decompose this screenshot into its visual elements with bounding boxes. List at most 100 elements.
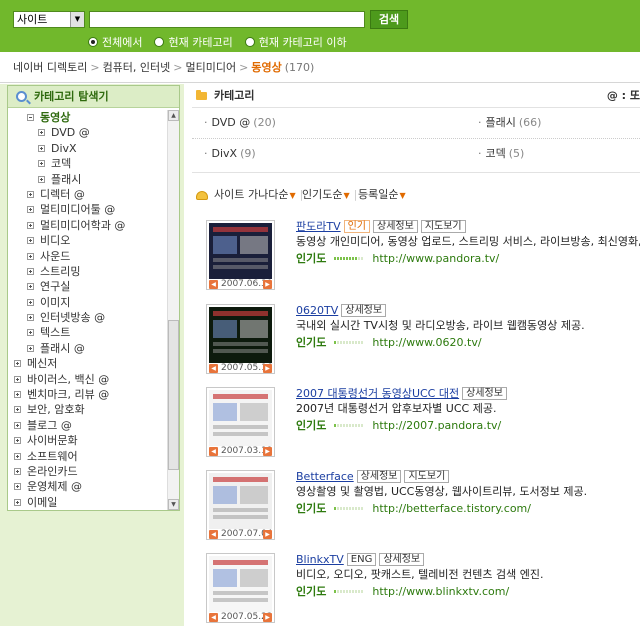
tree-item[interactable]: 멀티미디어툴 @	[8, 202, 166, 217]
tree-item[interactable]: 멀티미디어학과 @	[8, 218, 166, 233]
tree-item[interactable]: 운영체제 @	[8, 479, 166, 494]
subcategory-link[interactable]: · DVD @ (20)	[204, 115, 276, 131]
breadcrumb-item[interactable]: 네이버 디렉토리	[13, 61, 87, 74]
site-title-link[interactable]: 판도라TV	[296, 220, 341, 233]
tree-item[interactable]: 연구실	[8, 279, 166, 294]
site-tag[interactable]: 지도보기	[420, 220, 466, 233]
tree-item[interactable]: 온라인카드	[8, 464, 166, 479]
expand-icon[interactable]	[38, 160, 45, 168]
tree-item[interactable]: 스트리밍	[8, 264, 166, 279]
site-screenshot[interactable]	[209, 473, 272, 529]
expand-icon[interactable]	[27, 221, 34, 229]
next-icon[interactable]: ▶	[263, 530, 272, 539]
site-screenshot[interactable]	[209, 556, 272, 612]
next-icon[interactable]: ▶	[263, 364, 272, 373]
site-url-link[interactable]: http://www.pandora.tv/	[372, 252, 499, 265]
subcategory-link[interactable]: · 코덱 (5)	[478, 146, 524, 162]
tree-item[interactable]: 보안, 암호화	[8, 402, 166, 417]
expand-icon[interactable]	[27, 267, 34, 275]
expand-icon[interactable]	[14, 483, 21, 491]
site-tag[interactable]: 상세정보	[462, 387, 507, 400]
tree-item[interactable]: 이메일	[8, 495, 166, 510]
tree-item[interactable]: 텍스트	[8, 325, 166, 340]
tree-item[interactable]: 소프트웨어	[8, 449, 166, 464]
prev-icon[interactable]: ◀	[209, 447, 218, 456]
prev-icon[interactable]: ◀	[209, 530, 218, 539]
expand-icon[interactable]	[27, 237, 34, 245]
tree-item[interactable]: DVD @	[8, 125, 166, 140]
site-title-link[interactable]: 2007 대통령선거 동영상UCC 대전	[296, 387, 459, 400]
site-screenshot[interactable]	[209, 307, 272, 363]
radio-icon[interactable]	[154, 37, 165, 47]
expand-icon[interactable]	[14, 452, 21, 460]
site-url-link[interactable]: http://betterface.tistory.com/	[372, 502, 531, 515]
expand-icon[interactable]	[38, 175, 45, 183]
scroll-up-icon[interactable]: ▲	[168, 110, 179, 121]
tree-item[interactable]: 벤치마크, 리뷰 @	[8, 387, 166, 402]
expand-icon[interactable]	[14, 437, 21, 445]
chevron-down-icon[interactable]: ▼	[70, 12, 84, 27]
tree-item[interactable]: 동영상	[8, 110, 166, 125]
radio-icon[interactable]	[88, 37, 98, 47]
search-button[interactable]: 검색	[370, 10, 408, 29]
search-input[interactable]	[89, 11, 365, 28]
sort-registration-date[interactable]: 등록일순▼	[358, 186, 406, 205]
expand-icon[interactable]	[14, 421, 21, 429]
expand-icon[interactable]	[14, 406, 21, 414]
site-thumbnail[interactable]: ◀ 2007.03.19 ▶	[206, 387, 275, 457]
site-screenshot[interactable]	[209, 223, 272, 279]
scroll-thumb[interactable]	[168, 320, 179, 470]
tree-item[interactable]: 인터넷방송 @	[8, 310, 166, 325]
tree-item[interactable]: 비디오	[8, 233, 166, 248]
radio-icon[interactable]	[244, 37, 255, 47]
expand-icon[interactable]	[27, 329, 34, 337]
site-tag[interactable]: 상세정보	[379, 553, 425, 566]
tree-item[interactable]: 플래시 @	[8, 341, 166, 356]
tree-item[interactable]: 사이버문화	[8, 433, 166, 448]
radio-current-category-below[interactable]: 현재 카테고리 이하	[244, 34, 347, 50]
tree-scrollbar[interactable]: ▲ ▼	[167, 110, 179, 510]
radio-current-category[interactable]: 현재 카테고리	[154, 34, 233, 50]
site-thumbnail[interactable]: ◀ 2007.06.30 ▶	[206, 220, 275, 290]
site-url-link[interactable]: http://www.blinkxtv.com/	[372, 585, 509, 598]
tree-item[interactable]: 플래시	[8, 172, 166, 187]
site-tag[interactable]: 상세정보	[373, 220, 418, 233]
tree-item[interactable]: 이미지	[8, 295, 166, 310]
tree-item[interactable]: 사운드	[8, 249, 166, 264]
site-tag[interactable]: 지도보기	[404, 470, 450, 483]
expand-icon[interactable]	[14, 360, 21, 368]
prev-icon[interactable]: ◀	[209, 364, 218, 373]
breadcrumb-item[interactable]: 컴퓨터, 인터넷	[103, 61, 171, 74]
subcategory-link[interactable]: · 플래시 (66)	[478, 115, 541, 131]
site-tag[interactable]: 상세정보	[356, 470, 402, 483]
expand-icon[interactable]	[38, 129, 45, 137]
expand-icon[interactable]	[14, 498, 21, 506]
site-thumbnail[interactable]: ◀ 2007.05.16 ▶	[206, 304, 275, 374]
next-icon[interactable]: ▶	[263, 447, 272, 456]
next-icon[interactable]: ▶	[263, 280, 272, 289]
site-tag[interactable]: 상세정보	[341, 304, 387, 317]
tree-item[interactable]: 코덱	[8, 156, 166, 171]
site-url-link[interactable]: http://www.0620.tv/	[372, 336, 481, 349]
site-title-link[interactable]: 0620TV	[296, 304, 338, 317]
tree-item[interactable]: 디렉터 @	[8, 187, 166, 202]
tree-item[interactable]: DivX	[8, 141, 166, 156]
site-title-link[interactable]: Betterface	[296, 470, 354, 483]
next-icon[interactable]: ▶	[263, 613, 272, 622]
tree-item[interactable]: 메신저	[8, 356, 166, 371]
radio-all[interactable]: 전체에서	[88, 34, 142, 50]
expand-icon[interactable]	[27, 283, 34, 291]
site-url-link[interactable]: http://2007.pandora.tv/	[372, 419, 501, 432]
expand-icon[interactable]	[14, 375, 21, 383]
site-screenshot[interactable]	[209, 390, 272, 446]
expand-icon[interactable]	[27, 190, 34, 198]
expand-icon[interactable]	[14, 467, 21, 475]
subcategory-link[interactable]: · DivX (9)	[204, 146, 256, 162]
expand-icon[interactable]	[38, 144, 45, 152]
collapse-icon[interactable]	[27, 114, 34, 121]
expand-icon[interactable]	[27, 344, 34, 352]
sort-alphabetical[interactable]: 가나다순▼ |	[248, 186, 303, 205]
expand-icon[interactable]	[27, 252, 34, 260]
tree-item[interactable]: 블로그 @	[8, 418, 166, 433]
expand-icon[interactable]	[27, 206, 34, 214]
